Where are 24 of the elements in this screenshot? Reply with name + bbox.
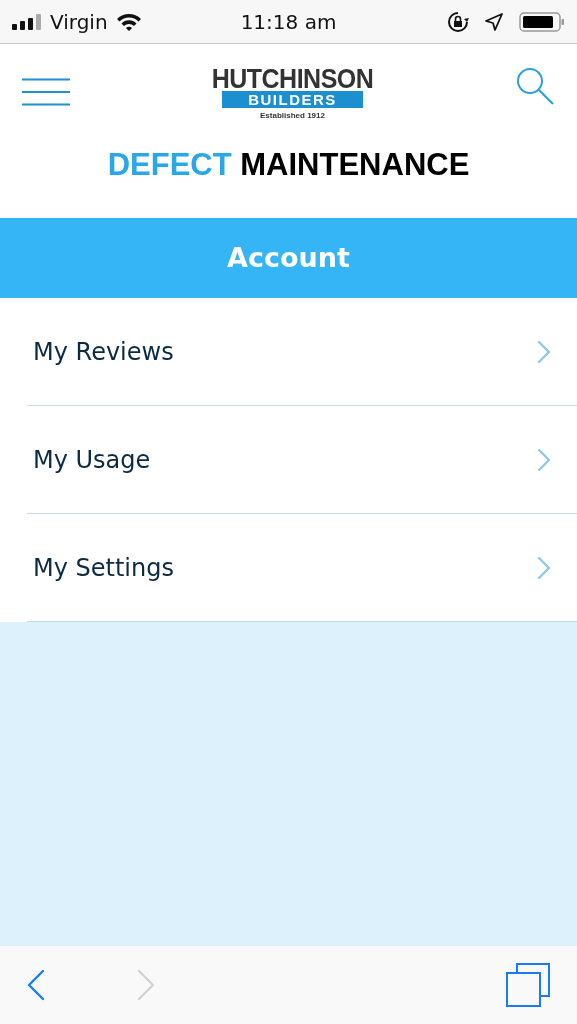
location-arrow-icon	[485, 12, 503, 31]
page-title: DEFECT MAINTENANCE	[106, 146, 471, 184]
status-time: 11:18 am	[240, 8, 337, 36]
menu-icon	[22, 78, 70, 106]
wifi-icon	[115, 12, 142, 31]
search-icon	[515, 66, 555, 106]
menu-item[interactable]: My Settings	[27, 514, 577, 622]
carrier-name: Virgin	[50, 8, 108, 36]
chevron-icon	[537, 555, 551, 580]
menu-button[interactable]	[22, 78, 70, 106]
logo-tagline: Established 1912	[260, 110, 325, 122]
menu-item[interactable]: My Reviews	[27, 298, 577, 406]
signal-icon	[12, 13, 42, 30]
chevron-icon	[537, 447, 551, 472]
logo-band: BUILDERS	[222, 91, 363, 108]
rotation-lock-icon	[447, 10, 469, 33]
tabs-button[interactable]	[505, 962, 551, 1008]
battery-icon	[519, 11, 565, 32]
section-title: Account	[227, 240, 350, 275]
logo-wordmark: HUTCHINSON	[211, 64, 374, 93]
menu-item[interactable]: My Usage	[27, 406, 577, 514]
search-button[interactable]	[515, 66, 555, 106]
back-button[interactable]	[26, 968, 46, 1002]
chevron-icon	[537, 339, 551, 364]
